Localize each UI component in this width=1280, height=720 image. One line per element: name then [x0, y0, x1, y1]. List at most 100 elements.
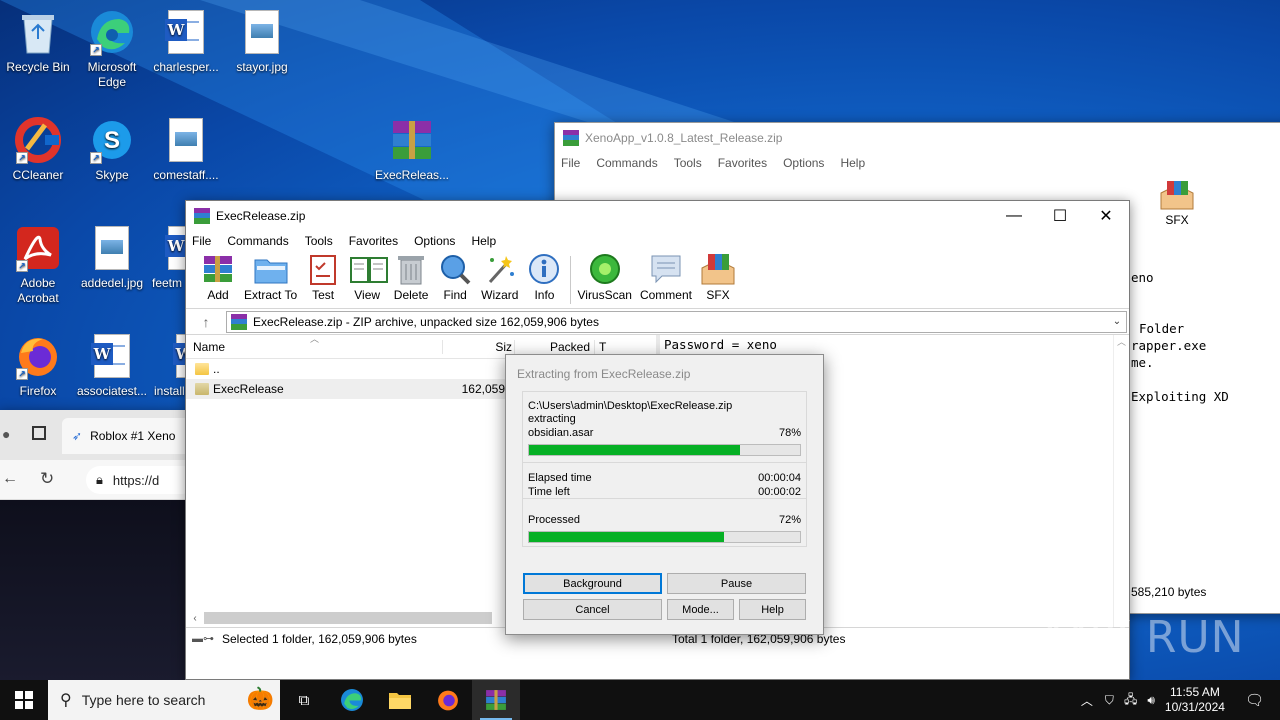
- taskbar-file-explorer[interactable]: [376, 680, 424, 720]
- toolbar-comment[interactable]: Comment: [640, 252, 692, 308]
- taskbar-search[interactable]: ⚲ Type here to search 🎃: [48, 680, 280, 720]
- up-arrow-icon[interactable]: ↑: [186, 314, 226, 330]
- winrar-icon: [231, 313, 247, 330]
- search-icon: ⚲: [60, 692, 72, 709]
- taskbar-winrar[interactable]: [472, 680, 520, 720]
- tab-actions-icon[interactable]: [32, 426, 46, 440]
- desktop-icon-edge[interactable]: ↗ Microsoft Edge: [74, 8, 150, 90]
- back-icon[interactable]: ←: [2, 470, 18, 488]
- menu-options[interactable]: Options: [783, 156, 824, 170]
- column-type[interactable]: T: [595, 340, 656, 354]
- toolbar-test[interactable]: Test: [305, 252, 341, 308]
- desktop-icon-charlesper[interactable]: W charlesper...: [148, 8, 224, 75]
- menu-favorites[interactable]: Favorites: [349, 234, 398, 248]
- profile-icon[interactable]: ●: [2, 426, 10, 442]
- desktop-icon-recycle-bin[interactable]: Recycle Bin: [0, 8, 76, 75]
- scroll-left-icon[interactable]: ‹: [186, 613, 204, 624]
- toolbar-delete[interactable]: Delete: [393, 252, 429, 308]
- toolbar-find[interactable]: Find: [437, 252, 473, 308]
- menu-tools[interactable]: Tools: [674, 156, 702, 170]
- edge-icon: ↗: [88, 8, 136, 56]
- drive-key-icon: ▬⊶: [192, 633, 214, 645]
- toolbar-sfx[interactable]: SFX: [700, 252, 736, 308]
- close-button[interactable]: ✕: [1083, 201, 1129, 231]
- security-icon[interactable]: ⛉: [1105, 693, 1114, 708]
- clipboard-check-icon: [305, 252, 341, 286]
- menu-file[interactable]: File: [561, 156, 580, 170]
- minimize-button[interactable]: —: [991, 201, 1037, 231]
- column-name[interactable]: Name ︿: [186, 334, 443, 354]
- winrar-icon: [563, 130, 579, 146]
- winrar-icon: [194, 208, 210, 224]
- menu-commands[interactable]: Commands: [227, 234, 288, 248]
- maximize-button[interactable]: ☐: [1037, 201, 1083, 231]
- menu-file[interactable]: File: [192, 234, 211, 248]
- pause-button[interactable]: Pause: [667, 573, 806, 594]
- winrar-archive-icon: [388, 116, 436, 164]
- bg-winrar-titlebar[interactable]: XenoApp_v1.0.8_Latest_Release.zip: [555, 123, 1280, 153]
- scroll-up-icon[interactable]: ︿: [1114, 335, 1129, 348]
- windows-logo-icon: [15, 691, 33, 709]
- column-size[interactable]: Siz: [443, 339, 515, 354]
- bg-toolbar-sfx[interactable]: SFX: [1155, 179, 1199, 227]
- rocket-icon: ➶: [72, 429, 83, 443]
- archive-path-box[interactable]: ExecRelease.zip - ZIP archive, unpacked …: [226, 310, 1127, 333]
- clock[interactable]: 11:55 AM 10/31/2024: [1165, 685, 1225, 715]
- toolbar-info[interactable]: Info: [526, 252, 562, 308]
- bg-winrar-menubar: File Commands Tools Favorites Options He…: [555, 153, 1280, 173]
- browser-content: [0, 500, 188, 680]
- total-progress-fill: [529, 532, 725, 542]
- recycle-bin-icon: [14, 8, 62, 56]
- desktop-icon-execrelease[interactable]: ExecReleas...: [374, 116, 450, 183]
- taskbar-edge[interactable]: [328, 680, 376, 720]
- folder-icon: [389, 693, 411, 709]
- folder-icon: [195, 363, 209, 375]
- browser-tab[interactable]: ➶ Roblox #1 Xeno: [62, 418, 192, 454]
- desktop-icon-associatest[interactable]: W associatest...: [74, 332, 150, 399]
- menu-help[interactable]: Help: [840, 156, 865, 170]
- help-button[interactable]: Help: [739, 599, 806, 620]
- virus-scan-icon: [587, 252, 623, 286]
- toolbar-view[interactable]: View: [349, 252, 389, 308]
- start-button[interactable]: [0, 680, 48, 720]
- column-packed[interactable]: Packed: [515, 339, 595, 354]
- toolbar-virusscan[interactable]: VirusScan: [577, 252, 632, 308]
- mode-button[interactable]: Mode...: [667, 599, 734, 620]
- task-view-button[interactable]: ⧉: [280, 680, 328, 720]
- chevron-up-icon[interactable]: ︿: [1081, 692, 1093, 709]
- menu-help[interactable]: Help: [471, 234, 496, 248]
- winrar-titlebar[interactable]: ExecRelease.zip — ☐ ✕: [186, 201, 1129, 231]
- desktop-icon-acrobat[interactable]: ↗ Adobe Acrobat: [0, 224, 76, 306]
- desktop-icon-skype[interactable]: S ↗ Skype: [74, 116, 150, 183]
- url-bar[interactable]: 🔒︎ https://d: [86, 466, 196, 494]
- taskbar-firefox[interactable]: [424, 680, 472, 720]
- desktop-icon-ccleaner[interactable]: ↗ CCleaner: [0, 116, 76, 183]
- menu-commands[interactable]: Commands: [596, 156, 657, 170]
- refresh-icon[interactable]: ↻: [40, 469, 54, 489]
- browser-window: ● ➶ Roblox #1 Xeno ← ↻ 🔒︎ https://d: [0, 410, 196, 680]
- desktop-icon-stayor[interactable]: stayor.jpg: [224, 8, 300, 75]
- toolbar-add[interactable]: Add: [200, 252, 236, 308]
- info-icon: [526, 252, 562, 286]
- menu-favorites[interactable]: Favorites: [718, 156, 767, 170]
- comment-vertical-scrollbar[interactable]: ︿: [1113, 335, 1129, 627]
- desktop-icon-addedel[interactable]: addedel.jpg: [74, 224, 150, 291]
- word-doc-icon: W: [88, 332, 136, 380]
- cancel-button[interactable]: Cancel: [523, 599, 662, 620]
- menu-tools[interactable]: Tools: [305, 234, 333, 248]
- network-icon[interactable]: 🖧︎: [1124, 690, 1137, 711]
- scrollbar-thumb[interactable]: [204, 612, 492, 624]
- desktop-icon-feetm[interactable]: W feetm: [148, 224, 188, 291]
- halloween-pumpkins-icon: 🎃: [246, 686, 274, 711]
- menu-options[interactable]: Options: [414, 234, 455, 248]
- toolbar-wizard[interactable]: Wizard: [481, 252, 518, 308]
- volume-icon[interactable]: 🔊︎: [1147, 693, 1155, 708]
- desktop-icon-comestaff[interactable]: comestaff....: [148, 116, 224, 183]
- notifications-icon[interactable]: 🗨︎: [1245, 691, 1264, 709]
- toolbar-extract-to[interactable]: Extract To: [244, 252, 297, 308]
- desktop-icon-install[interactable]: W install: [148, 332, 188, 399]
- chevron-down-icon[interactable]: ⌄: [1108, 316, 1126, 327]
- background-button[interactable]: Background: [523, 573, 662, 594]
- desktop-icon-firefox[interactable]: ↗ Firefox: [0, 332, 76, 399]
- dialog-title[interactable]: Extracting from ExecRelease.zip: [506, 355, 823, 391]
